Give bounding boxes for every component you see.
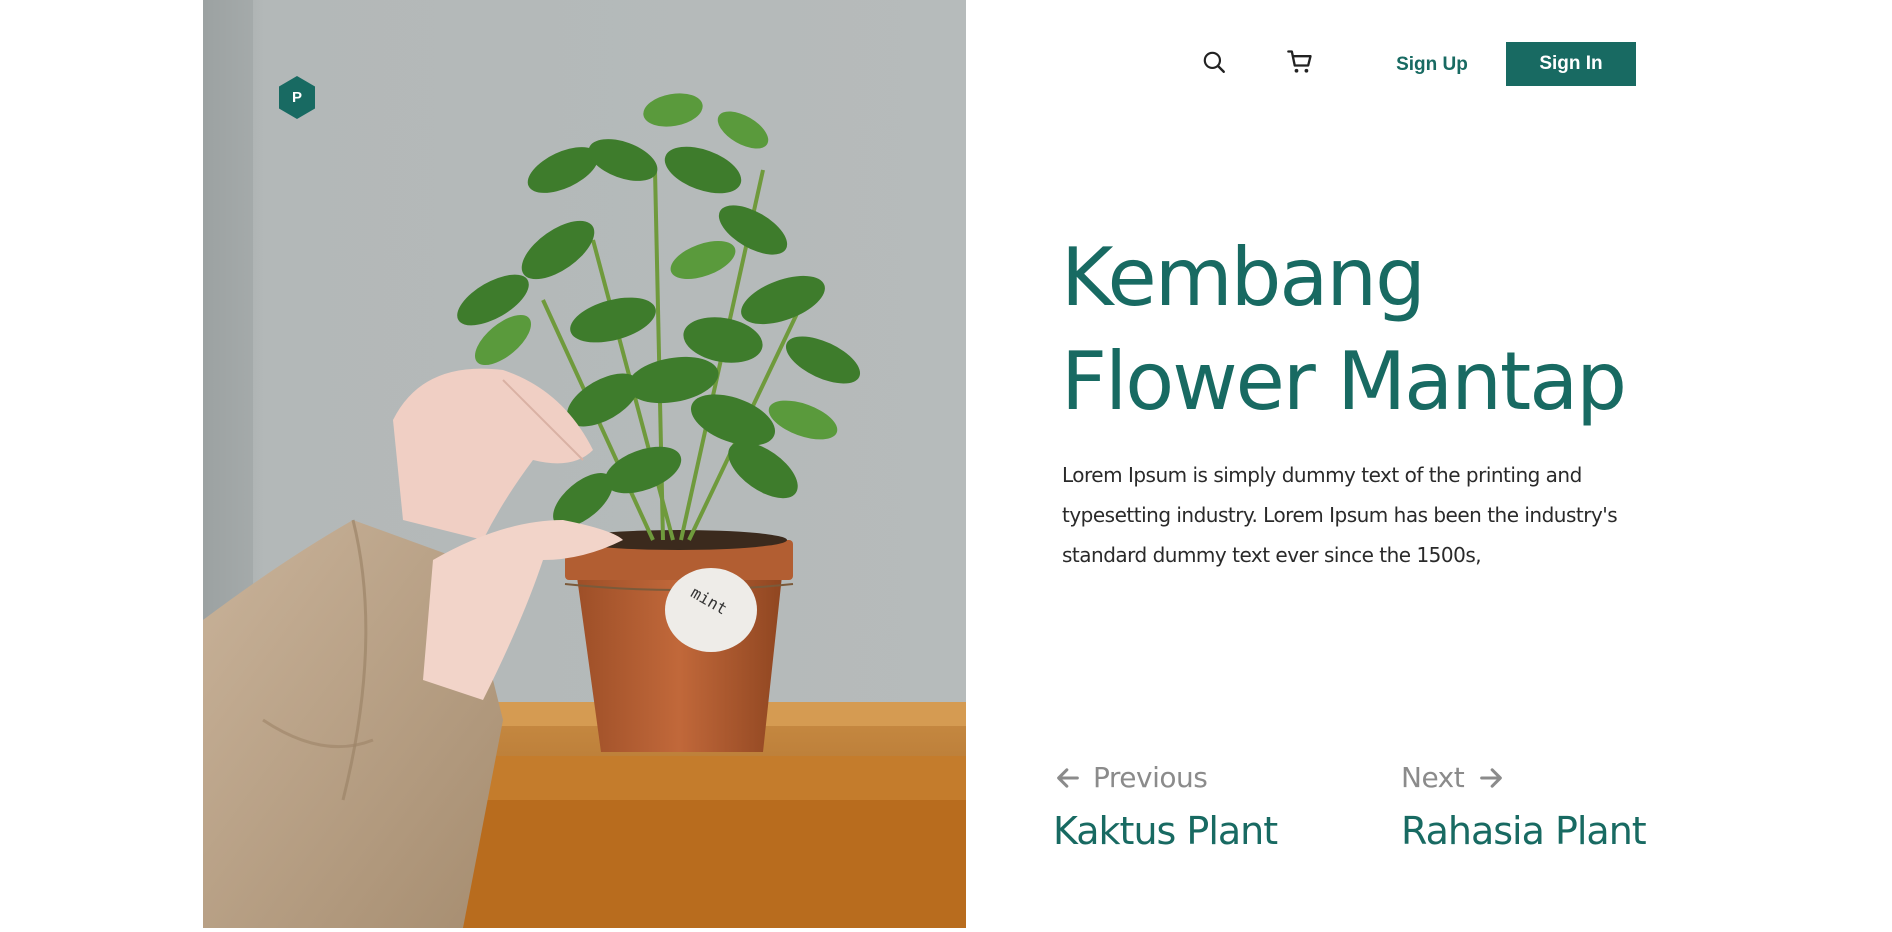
next-plant-name: Rahasia Plant [1401,809,1647,853]
cart-button[interactable] [1284,46,1316,78]
hero-image: mint P [203,0,966,928]
arrow-left-icon [1053,763,1083,793]
next-label: Next [1401,761,1465,794]
description-text: Lorem Ipsum is simply dummy text of the … [1062,463,1618,567]
title-line-1: Kembang [1061,231,1426,324]
previous-plant-link[interactable]: Previous Kaktus Plant [1053,758,1278,856]
plant-photo: mint [203,0,966,928]
sign-up-link[interactable]: Sign Up [1384,52,1480,78]
page: mint P Sign Up Sign In Kembang Flower Ma… [0,0,1892,932]
previous-label: Previous [1093,761,1208,794]
title-line-2: Flower Mantap [1061,335,1627,428]
cart-icon [1287,50,1312,73]
next-plant-link[interactable]: Next Rahasia Plant [1401,758,1647,856]
sign-in-button[interactable]: Sign In [1506,42,1636,86]
logo-letter: P [291,89,302,106]
search-icon [1203,51,1225,73]
page-title: Kembang Flower Mantap [1061,226,1681,434]
search-button[interactable] [1198,46,1230,78]
arrow-right-icon [1476,763,1506,793]
brand-logo[interactable]: P [277,75,317,120]
previous-plant-name: Kaktus Plant [1053,809,1278,853]
